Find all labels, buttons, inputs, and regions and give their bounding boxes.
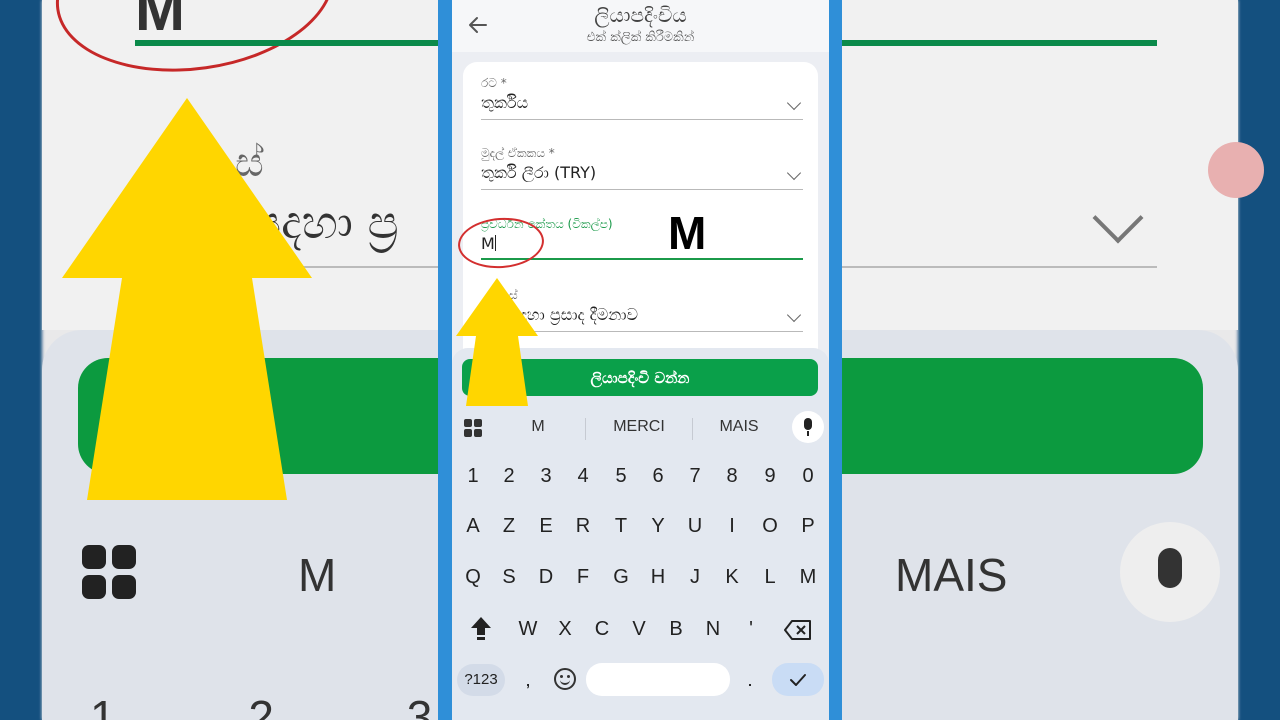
key[interactable]: 0 xyxy=(790,454,826,498)
background-red-dot xyxy=(1208,142,1264,198)
key[interactable]: A xyxy=(455,504,491,548)
shift-icon[interactable] xyxy=(468,614,494,642)
key[interactable]: N xyxy=(695,607,731,651)
page-title: ලියාපදිංචිය xyxy=(594,3,687,27)
currency-value: තුර්කි ලීරා (TRY) xyxy=(481,163,597,182)
backspace-icon[interactable] xyxy=(784,620,812,640)
key[interactable]: P xyxy=(790,504,826,548)
comma-key[interactable]: , xyxy=(518,664,538,696)
suggestion-item[interactable]: M xyxy=(493,418,583,436)
period-key[interactable]: . xyxy=(740,664,760,696)
key[interactable]: Q xyxy=(455,555,491,599)
key[interactable]: 4 xyxy=(565,454,601,498)
key[interactable]: W xyxy=(510,607,546,651)
key[interactable]: U xyxy=(677,504,713,548)
key[interactable]: ' xyxy=(733,607,769,651)
key[interactable]: H xyxy=(640,555,676,599)
enter-key[interactable] xyxy=(772,663,824,696)
key[interactable]: Z xyxy=(491,504,527,548)
overlay-letter: M xyxy=(668,207,707,259)
key[interactable]: 6 xyxy=(640,454,676,498)
suggestion-bar: M MERCI MAIS xyxy=(452,408,829,448)
key[interactable]: 1 xyxy=(455,454,491,498)
background-suggestion-right: MAIS xyxy=(895,549,1008,601)
emoji-icon[interactable] xyxy=(554,668,576,690)
space-key[interactable] xyxy=(586,663,730,696)
key[interactable]: T xyxy=(603,504,639,548)
key[interactable]: C xyxy=(584,607,620,651)
apps-grid-icon[interactable] xyxy=(464,419,482,437)
suggestion-item[interactable]: MAIS xyxy=(694,418,784,436)
country-value: තුර්කිය xyxy=(481,93,529,112)
key[interactable]: 7 xyxy=(677,454,713,498)
field-underline xyxy=(481,189,803,190)
app-bar: ලියාපදිංචිය එක් ක්ලික් කිරීමකින් xyxy=(452,0,829,52)
key[interactable]: 3 xyxy=(528,454,564,498)
currency-label: මුදල් ඒකකය * xyxy=(481,146,555,160)
background-suggestion-left: M xyxy=(298,549,337,601)
checkmark-icon xyxy=(790,674,806,686)
page-subtitle: එක් ක්ලික් කිරීමකින් xyxy=(586,30,695,45)
key[interactable]: 2 xyxy=(491,454,527,498)
suggestion-divider xyxy=(585,418,586,440)
microphone-icon[interactable] xyxy=(792,411,824,443)
country-select[interactable]: රට * තුර්කිය xyxy=(481,76,803,120)
key[interactable]: S xyxy=(491,555,527,599)
key[interactable]: B xyxy=(658,607,694,651)
big-yellow-arrow-icon xyxy=(62,98,312,500)
country-label: රට * xyxy=(481,76,507,90)
key[interactable]: G xyxy=(603,555,639,599)
background-mic-icon xyxy=(1120,522,1220,622)
key[interactable]: X xyxy=(547,607,583,651)
background-side-right xyxy=(1238,0,1280,720)
key[interactable]: R xyxy=(565,504,601,548)
key[interactable]: V xyxy=(621,607,657,651)
key[interactable]: E xyxy=(528,504,564,548)
key[interactable]: D xyxy=(528,555,564,599)
suggestion-item[interactable]: MERCI xyxy=(594,418,684,436)
key[interactable]: 8 xyxy=(714,454,750,498)
key[interactable]: Y xyxy=(640,504,676,548)
key[interactable]: 9 xyxy=(752,454,788,498)
key[interactable]: K xyxy=(714,555,750,599)
key[interactable]: O xyxy=(752,504,788,548)
field-underline xyxy=(481,119,803,120)
background-side-left xyxy=(0,0,42,720)
symbols-key[interactable]: ?123 xyxy=(457,664,505,696)
background-typed-letter: M xyxy=(135,0,185,43)
suggestion-divider xyxy=(692,418,693,440)
small-yellow-arrow-icon xyxy=(456,278,538,406)
currency-select[interactable]: මුදල් ඒකකය * තුර්කි ලීරා (TRY) xyxy=(481,146,803,190)
background-apps-grid-icon xyxy=(82,545,138,601)
key[interactable]: 5 xyxy=(603,454,639,498)
key[interactable]: L xyxy=(752,555,788,599)
key[interactable]: F xyxy=(565,555,601,599)
phone-screen: ලියාපදිංචිය එක් ක්ලික් කිරීමකින් රට * තු… xyxy=(452,0,829,720)
key[interactable]: M xyxy=(790,555,826,599)
key[interactable]: I xyxy=(714,504,750,548)
key[interactable]: J xyxy=(677,555,713,599)
